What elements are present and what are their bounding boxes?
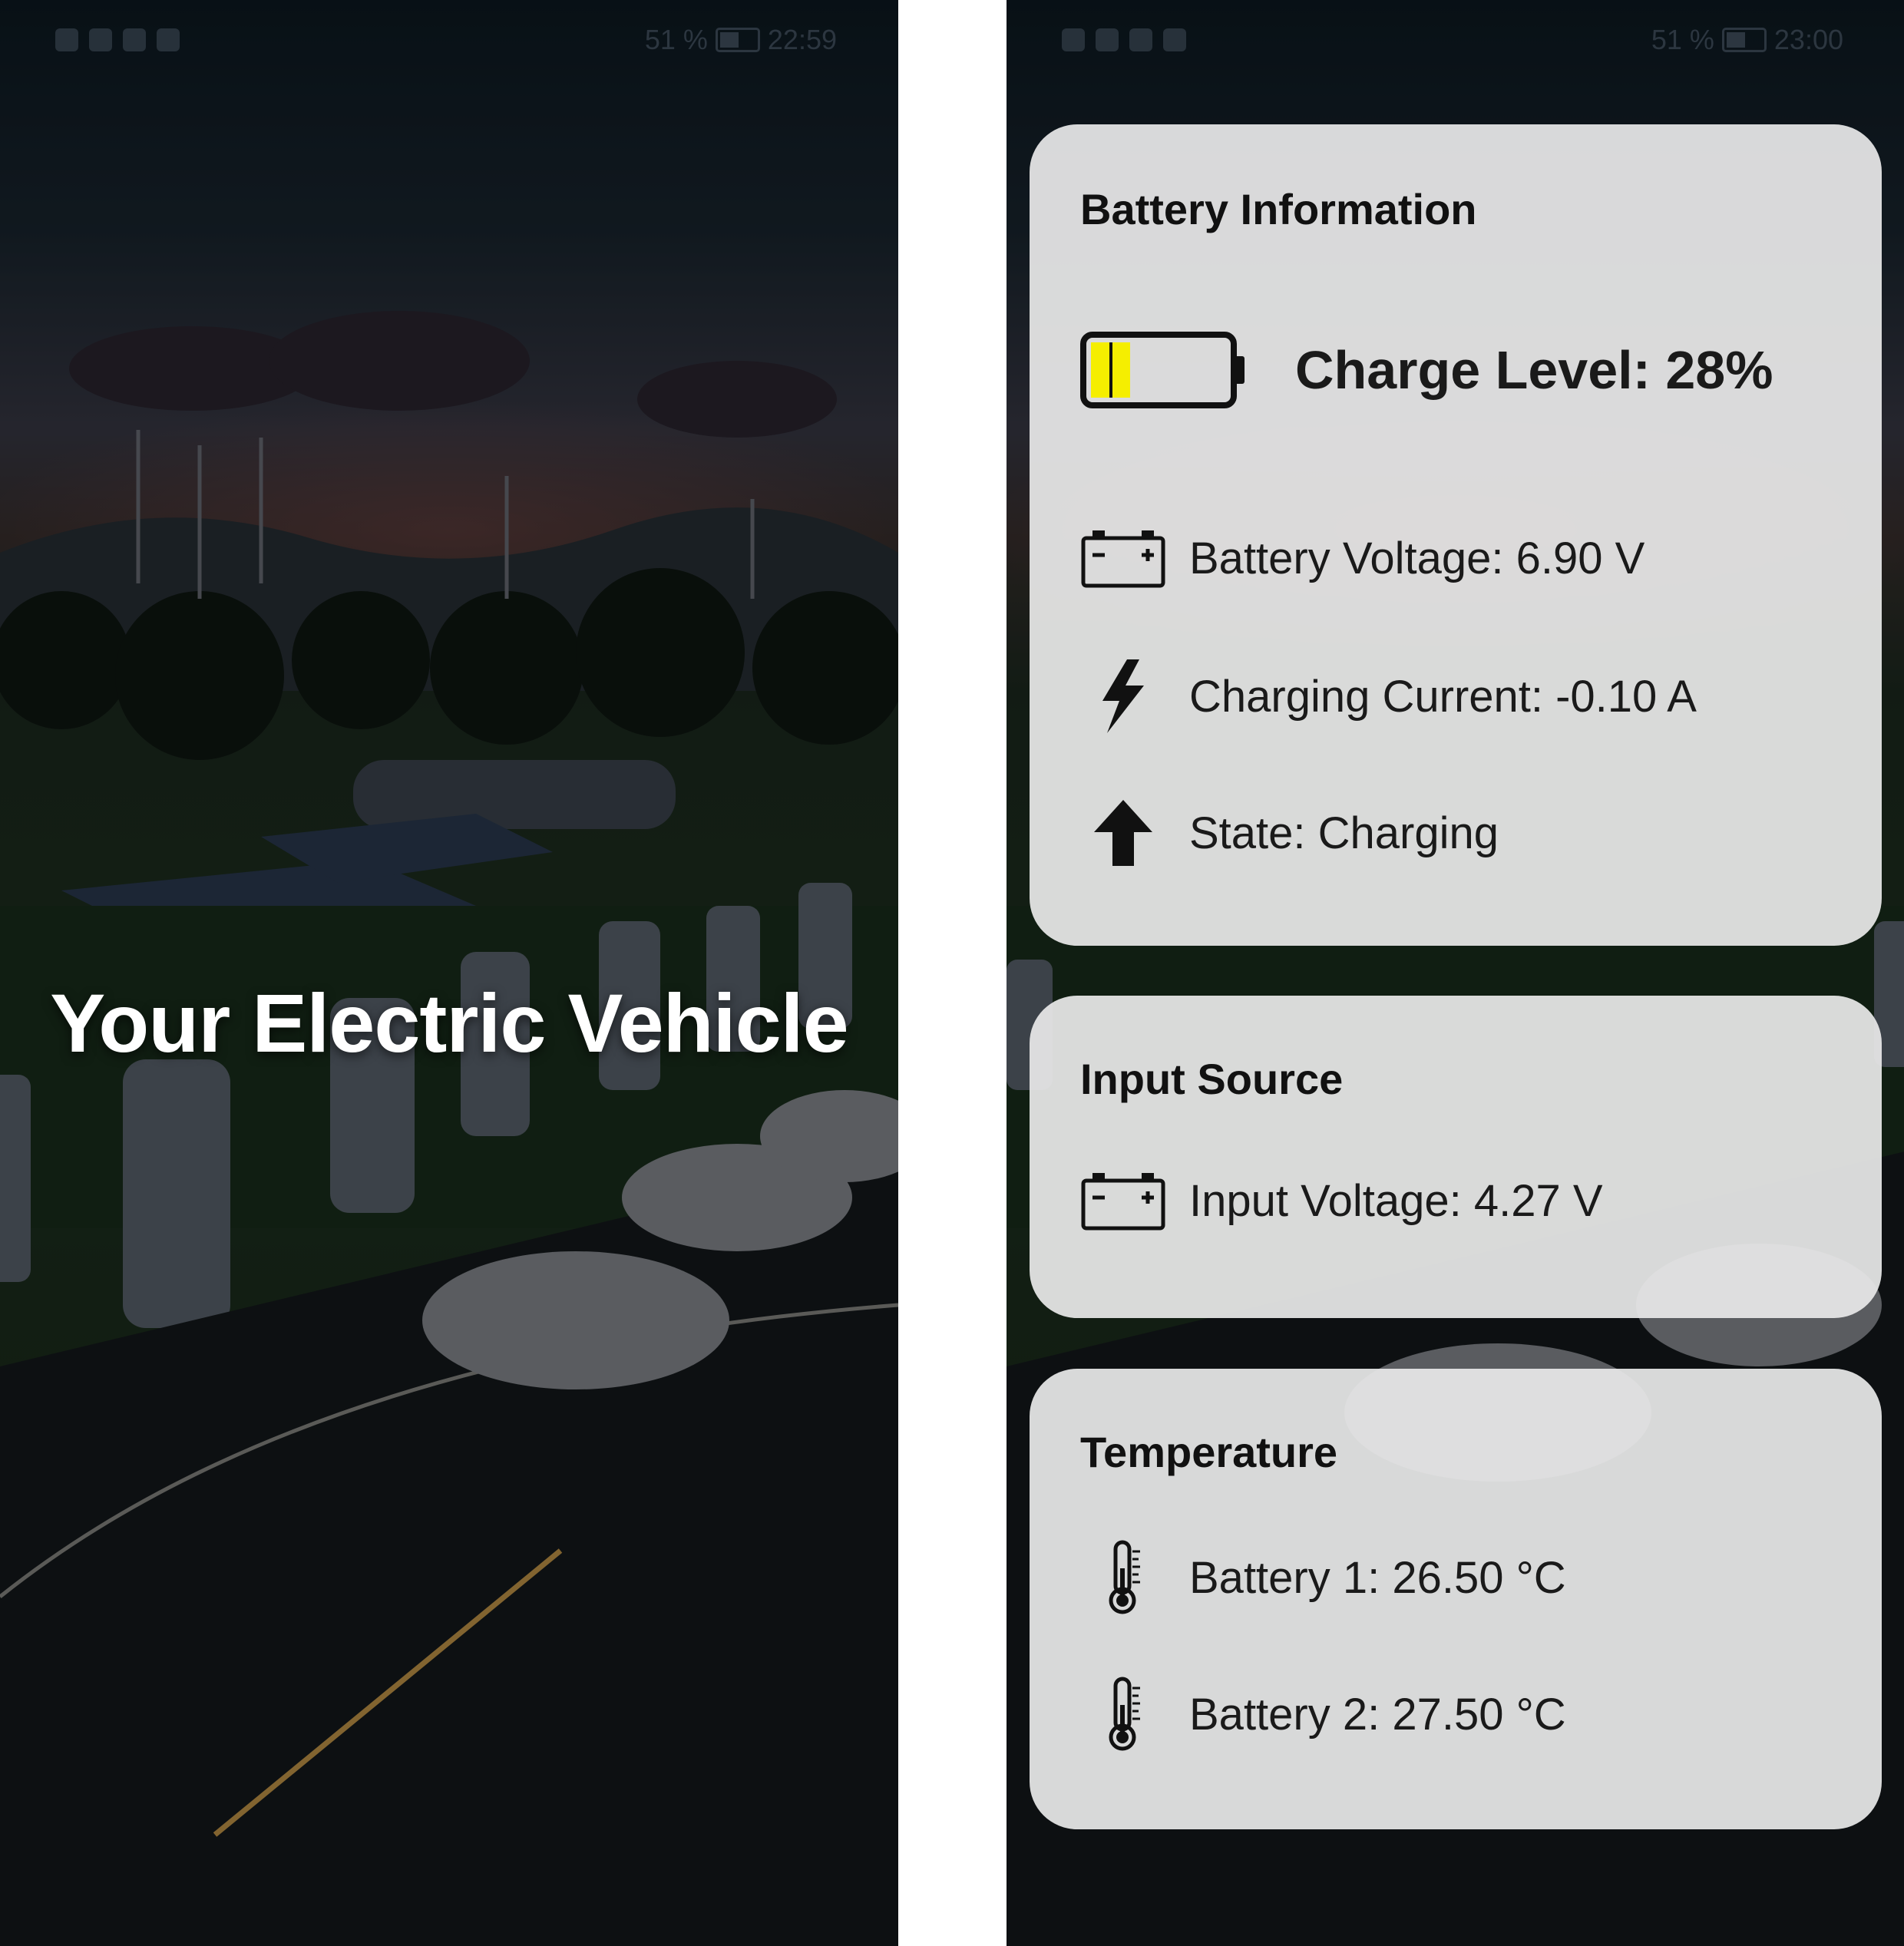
charging-current-row: Charging Current: -0.10 A [1080,654,1851,738]
hero-title: Your Electric Vehicle [50,976,849,1069]
dashboard-screen: 51 % 23:00 Battery Information Charge Le… [1007,0,1904,1946]
mute-icon [1129,28,1152,51]
battery-voltage-label: Battery Voltage: 6.90 V [1189,533,1645,583]
lightning-bolt-icon [1080,654,1166,738]
arrow-up-icon [1080,791,1166,875]
clock: 22:59 [767,24,837,55]
battery1-temperature-label: Battery 1: 26.50 °C [1189,1552,1566,1603]
battery1-temperature-row: Battery 1: 26.50 °C [1080,1535,1851,1620]
app-icon [157,28,180,51]
battery-percent: 51 % [644,24,708,55]
dark-overlay [0,0,898,1946]
battery2-temperature-label: Battery 2: 27.50 °C [1189,1689,1566,1740]
state-label: State: Charging [1189,808,1499,858]
card-title: Temperature [1080,1428,1338,1476]
status-icons [1062,28,1186,51]
input-voltage-label: Input Voltage: 4.27 V [1189,1175,1603,1226]
battery-icon [1721,28,1767,52]
card-title: Input Source [1080,1055,1344,1103]
clock: 23:00 [1773,24,1843,55]
mute-icon [123,28,146,51]
charge-level-label: Charge Level: 28% [1295,340,1773,400]
battery-level-icon [1080,328,1249,412]
sim-icon [55,28,78,51]
battery-percent: 51 % [1651,24,1714,55]
battery2-temperature-row: Battery 2: 27.50 °C [1080,1672,1851,1756]
temperature-card: Temperature Battery 1: 26.50 °C Battery … [1030,1369,1882,1829]
battery-icon [715,28,760,52]
wifi-icon [89,28,112,51]
wifi-icon [1096,28,1119,51]
car-battery-icon [1080,516,1166,600]
input-voltage-row: Input Voltage: 4.27 V [1080,1158,1851,1243]
state-row: State: Charging [1080,791,1851,875]
splash-screen: 51 % 22:59 Your Electric Vehicle [0,0,898,1946]
input-source-card: Input Source Input Voltage: 4.27 V [1030,996,1882,1318]
status-icons [55,28,180,51]
card-title: Battery Information [1080,185,1477,233]
battery-voltage-row: Battery Voltage: 6.90 V [1080,516,1851,600]
status-bar: 51 % 22:59 [55,23,837,57]
battery-information-card: Battery Information Charge Level: 28% Ba… [1030,124,1882,946]
charge-level-row: Charge Level: 28% [1080,316,1851,424]
thermometer-icon [1080,1672,1166,1756]
thermometer-icon [1080,1535,1166,1620]
status-bar: 51 % 23:00 [1062,23,1843,57]
charging-current-label: Charging Current: -0.10 A [1189,671,1697,722]
car-battery-icon [1080,1158,1166,1243]
app-icon [1163,28,1186,51]
sim-icon [1062,28,1085,51]
